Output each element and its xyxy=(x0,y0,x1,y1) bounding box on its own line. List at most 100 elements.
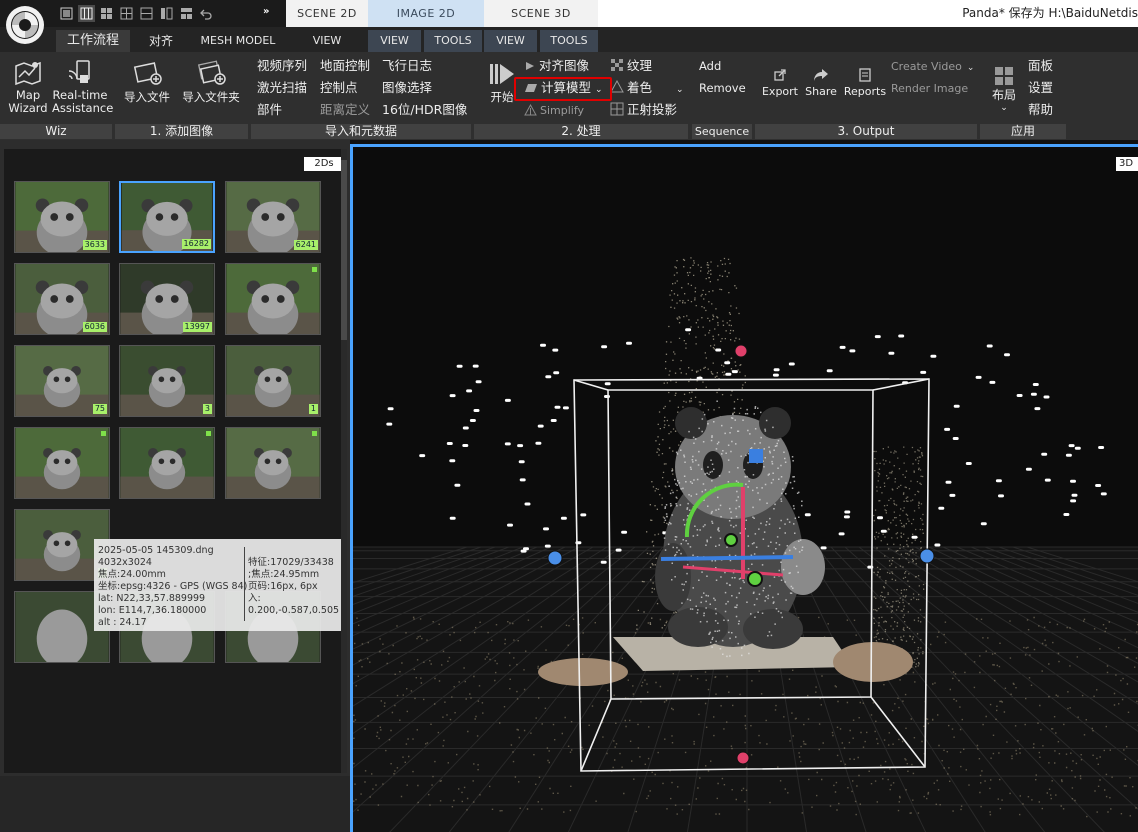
group-wiz: Map Wizard Real-time Assistance Wiz xyxy=(0,55,114,139)
map-wizard-label-2: Wizard xyxy=(8,101,48,115)
video-sequence-button[interactable]: 视频序列 xyxy=(257,57,307,75)
group-import-metadata: 视频序列 地面控制 飞行日志 激光扫描 控制点 图像选择 部件 距离定义 16位… xyxy=(251,55,471,139)
rock xyxy=(833,642,913,682)
tab-view[interactable]: VIEW xyxy=(300,30,354,52)
layout-dropdown-icon[interactable]: ⌄ xyxy=(986,102,1022,115)
distance-define-button[interactable]: 距离定义 xyxy=(320,101,370,119)
layout-grid-icon[interactable] xyxy=(98,5,115,22)
region-handle-left xyxy=(547,550,563,566)
tab-context-view-1[interactable]: VIEW xyxy=(368,30,421,52)
layout-button[interactable]: 布局 ⌄ xyxy=(986,65,1022,115)
group-label-application: 应用 xyxy=(980,124,1066,139)
thumbnail-match-count: 1 xyxy=(308,404,318,414)
thumbnail-item[interactable]: 13997 xyxy=(119,263,215,335)
tab-alignment[interactable]: 对齐 xyxy=(136,30,186,52)
hdr-images-button[interactable]: 16位/HDR图像 xyxy=(382,101,467,119)
panda-eye xyxy=(703,451,723,479)
layout-split-icon[interactable] xyxy=(138,5,155,22)
create-video-button[interactable]: Create Video ⌄ xyxy=(891,58,974,76)
region-handle-right xyxy=(919,548,935,564)
colorize-dropdown-icon[interactable]: ⌄ xyxy=(676,85,684,95)
render-image-button[interactable]: Render Image xyxy=(891,80,968,98)
thumbnail-item[interactable] xyxy=(225,263,321,335)
tab-context-view-2[interactable]: VIEW xyxy=(484,30,537,52)
tab-context-tools-1[interactable]: TOOLS xyxy=(424,30,482,52)
thumbnail-item[interactable]: 16282 xyxy=(119,181,215,253)
thumbnail-item[interactable]: 75 xyxy=(14,345,110,417)
help-button[interactable]: 帮助 xyxy=(1028,101,1053,119)
components-button[interactable]: 部件 xyxy=(257,101,282,119)
import-folder-icon xyxy=(197,60,226,85)
import-files-button[interactable]: 导入文件 xyxy=(117,57,177,104)
expand-views-icon[interactable]: » xyxy=(263,6,283,22)
tab-workflow[interactable]: 工作流程 xyxy=(56,30,130,52)
tab-image-2d[interactable]: IMAGE 2D xyxy=(368,0,484,27)
window-title: Panda* 保存为 H:\BaiduNetdis xyxy=(962,6,1138,20)
tab-mesh-model[interactable]: MESH MODEL xyxy=(192,30,284,52)
colorize-button[interactable]: 着色 ⌄ xyxy=(610,79,684,97)
tab-scene-2d[interactable]: SCENE 2D xyxy=(286,0,368,27)
tooltip-filename: 2025-05-05 145309.dng xyxy=(98,545,214,556)
flight-log-button[interactable]: 飞行日志 xyxy=(382,57,432,75)
share-button[interactable]: Share xyxy=(802,67,840,98)
group-add-images: 导入文件 导入文件夹 1. 添加图像 xyxy=(115,55,248,139)
layout-alt-icon[interactable] xyxy=(178,5,195,22)
colorize-label: 着色 xyxy=(627,80,653,95)
group-label-add-images: 1. 添加图像 xyxy=(115,124,248,139)
map-wizard-button[interactable]: Map Wizard xyxy=(6,57,50,115)
import-folder-label: 导入文件夹 xyxy=(182,90,240,104)
gizmo-axis-x xyxy=(660,555,794,561)
thumbnail-item[interactable]: 3 xyxy=(119,345,215,417)
image-selection-button[interactable]: 图像选择 xyxy=(382,79,432,97)
layout-columns-icon[interactable] xyxy=(158,5,175,22)
panels-button[interactable]: 面板 xyxy=(1028,57,1053,75)
thumbnail-match-count: 3 xyxy=(202,404,212,414)
reports-button[interactable]: Reports xyxy=(843,67,887,98)
region-handle-top xyxy=(734,344,748,358)
create-video-dropdown-icon[interactable]: ⌄ xyxy=(967,63,975,73)
tab-scene-3d[interactable]: SCENE 3D xyxy=(484,0,598,27)
thumbnail-grid: 2Ds 363316282624160361399775312 2025-05-… xyxy=(4,149,344,773)
align-images-button[interactable]: 对齐图像 xyxy=(524,57,589,75)
layout-two-icon[interactable] xyxy=(78,5,95,22)
thumbnail-item[interactable]: 6036 xyxy=(14,263,110,335)
app-logo-icon[interactable] xyxy=(4,4,46,46)
panda-arm xyxy=(655,543,691,611)
thumbnail-item[interactable]: 1 xyxy=(225,345,321,417)
laser-scan-button[interactable]: 激光扫描 xyxy=(257,79,307,97)
thumbnail-item[interactable] xyxy=(119,427,215,499)
thumbnail-item[interactable] xyxy=(225,427,321,499)
thumbnail-match-count: 13997 xyxy=(182,322,212,332)
thumbnail-item[interactable]: 3633 xyxy=(14,181,110,253)
thumbnail-image xyxy=(120,346,214,416)
map-wizard-icon xyxy=(15,61,41,86)
realtime-assistance-button[interactable]: Real-time Assistance xyxy=(52,57,114,115)
gizmo-handle xyxy=(749,449,763,463)
thumbnail-scroll-thumb[interactable] xyxy=(341,160,347,340)
scene-3d-canvas[interactable] xyxy=(353,147,1138,832)
simplify-button[interactable]: Simplify xyxy=(524,102,584,120)
scene-3d-viewport[interactable]: 3D xyxy=(350,144,1138,832)
texture-button[interactable]: 纹理 xyxy=(610,57,652,75)
thumbnail-item[interactable] xyxy=(14,427,110,499)
create-video-label: Create Video xyxy=(891,60,962,73)
calculate-model-highlight xyxy=(514,77,612,101)
layout-quad-icon[interactable] xyxy=(118,5,135,22)
sequence-remove-button[interactable]: Remove xyxy=(699,79,746,97)
group-application: 布局 ⌄ 面板 设置 帮助 应用 xyxy=(980,55,1066,139)
gizmo-handle xyxy=(747,571,763,587)
tab-context-tools-2[interactable]: TOOLS xyxy=(540,30,598,52)
export-button[interactable]: Export xyxy=(761,67,799,98)
settings-button[interactable]: 设置 xyxy=(1028,79,1053,97)
thumbnail-item[interactable]: 6241 xyxy=(225,181,321,253)
import-folder-button[interactable]: 导入文件夹 xyxy=(177,57,245,104)
sequence-add-button[interactable]: Add xyxy=(699,57,721,75)
control-points-button[interactable]: 控制点 xyxy=(320,79,358,97)
ortho-projection-button[interactable]: 正射投影 xyxy=(610,101,677,119)
group-sequence: Add Remove Sequence xyxy=(692,55,752,139)
ground-control-button[interactable]: 地面控制 xyxy=(320,57,370,75)
grid-small-icon[interactable] xyxy=(58,5,75,22)
realtime-label-2: Assistance xyxy=(52,101,114,115)
ribbon-tab-bar: 工作流程 对齐 MESH MODEL VIEW VIEW TOOLS VIEW … xyxy=(0,27,1138,52)
undo-icon[interactable] xyxy=(198,5,215,22)
